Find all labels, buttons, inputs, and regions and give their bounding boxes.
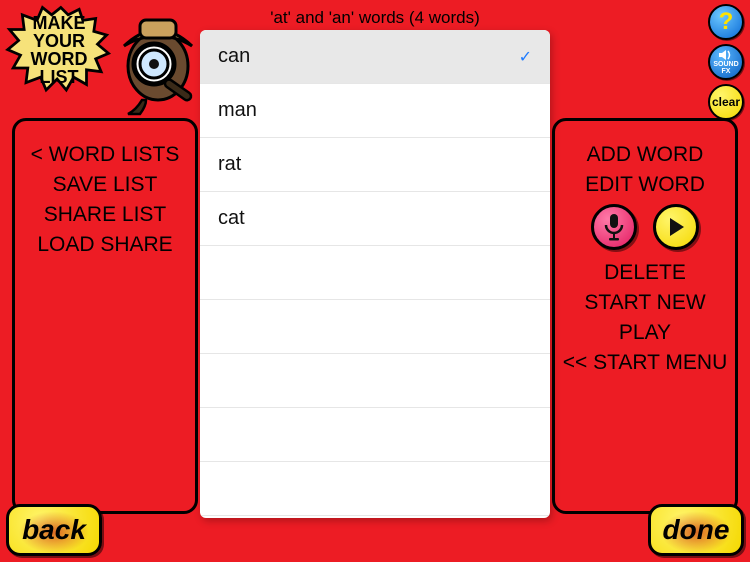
- badge-line: LIST: [31, 68, 88, 86]
- done-button[interactable]: done: [648, 504, 744, 556]
- word-row[interactable]: can ✓: [200, 30, 550, 84]
- make-your-word-list-badge: MAKE YOUR WORD LIST: [4, 2, 114, 98]
- top-right-buttons: ? SOUND FX clear: [708, 4, 744, 120]
- checkmark-icon: ✓: [519, 47, 532, 67]
- word-row-empty: [200, 246, 550, 300]
- word-text: man: [218, 99, 257, 122]
- record-button[interactable]: [591, 204, 637, 250]
- clear-button[interactable]: clear: [708, 84, 744, 120]
- play-audio-button[interactable]: [653, 204, 699, 250]
- word-row[interactable]: cat✓: [200, 192, 550, 246]
- play-icon: [665, 216, 687, 238]
- word-list[interactable]: can ✓ man✓rat✓cat✓: [200, 30, 550, 518]
- badge-line: YOUR: [31, 32, 88, 50]
- word-row-empty: [200, 300, 550, 354]
- badge-line: WORD: [31, 50, 88, 68]
- word-text: rat: [218, 153, 241, 176]
- speaker-icon: [719, 50, 733, 60]
- word-lists-button[interactable]: < WORD LISTS: [12, 140, 198, 170]
- add-word-button[interactable]: ADD WORD: [552, 140, 738, 170]
- load-share-button[interactable]: LOAD SHARE: [12, 230, 198, 260]
- share-list-button[interactable]: SHARE LIST: [12, 200, 198, 230]
- word-row-empty: [200, 354, 550, 408]
- edit-word-button[interactable]: EDIT WORD: [552, 170, 738, 200]
- start-menu-button[interactable]: << START MENU: [552, 348, 738, 378]
- back-button[interactable]: back: [6, 504, 102, 556]
- microphone-icon: [603, 213, 625, 241]
- detective-mascot-icon: [106, 6, 206, 116]
- play-button[interactable]: PLAY: [552, 318, 738, 348]
- delete-button[interactable]: DELETE: [552, 258, 738, 288]
- sound-label-top: SOUND: [713, 61, 738, 68]
- list-title: 'at' and 'an' words (4 words): [200, 8, 550, 28]
- help-button[interactable]: ?: [708, 4, 744, 40]
- save-list-button[interactable]: SAVE LIST: [12, 170, 198, 200]
- word-text: cat: [218, 207, 245, 230]
- word-text: can: [218, 45, 250, 68]
- left-menu: < WORD LISTS SAVE LIST SHARE LIST LOAD S…: [12, 140, 198, 260]
- right-menu: ADD WORD EDIT WORD DELETE START NEW PLAY…: [552, 140, 738, 378]
- badge-line: MAKE: [31, 14, 88, 32]
- sound-label-bottom: FX: [722, 68, 731, 75]
- word-row-empty: [200, 462, 550, 516]
- word-row[interactable]: man✓: [200, 84, 550, 138]
- start-new-button[interactable]: START NEW: [552, 288, 738, 318]
- word-row-empty: [200, 408, 550, 462]
- word-row[interactable]: rat✓: [200, 138, 550, 192]
- sound-fx-button[interactable]: SOUND FX: [708, 44, 744, 80]
